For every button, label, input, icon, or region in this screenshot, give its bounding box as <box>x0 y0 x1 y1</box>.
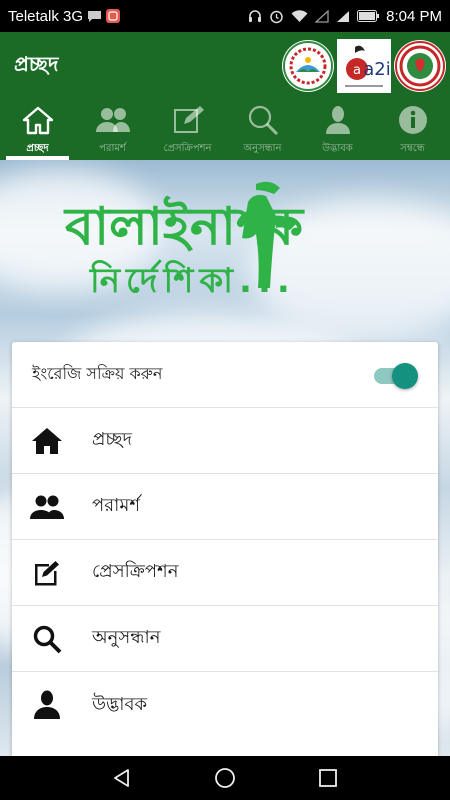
person-icon <box>322 105 354 139</box>
tab-label: অনুসন্ধান <box>243 143 282 154</box>
switch-thumb <box>392 362 418 389</box>
notification-app-icon <box>106 9 121 23</box>
page-title: প্রচ্ছদ <box>14 51 59 76</box>
tab-label: উদ্ভাবক <box>322 143 353 154</box>
tab-developer[interactable]: উদ্ভাবক <box>300 100 375 160</box>
people-icon <box>95 105 131 139</box>
menu-card: ইংরেজি সক্রিয় করুন প্রচ্ছদ পরামর্শ প্রে… <box>12 342 438 756</box>
message-icon <box>87 10 102 23</box>
tab-home[interactable]: প্রচ্ছদ <box>0 100 75 160</box>
menu-label: অনুসন্ধান <box>92 627 161 648</box>
headset-icon <box>248 9 262 24</box>
search-icon <box>247 105 279 139</box>
a2i-logo: a a2i <box>337 39 391 93</box>
edit-icon <box>30 556 64 590</box>
battery-icon <box>357 10 380 22</box>
app-banner-logo: বালাইনাশক নির্দেশিকা... <box>60 170 390 320</box>
menu-item-developer[interactable]: উদ্ভাবক <box>12 672 438 738</box>
home-nav-button[interactable] <box>205 758 245 798</box>
edit-icon <box>172 105 204 139</box>
english-toggle-row[interactable]: ইংরেজি সক্রিয় করুন <box>12 342 438 408</box>
english-toggle-label: ইংরেজি সক্রিয় করুন <box>32 364 163 383</box>
menu-label: প্রেসক্রিপশন <box>92 561 179 582</box>
menu-item-home[interactable]: প্রচ্ছদ <box>12 408 438 474</box>
govt-bangladesh-logo <box>394 40 446 92</box>
menu-label: প্রচ্ছদ <box>92 429 132 450</box>
tab-prescription[interactable]: প্রেসক্রিপশন <box>150 100 225 160</box>
recents-button[interactable] <box>308 758 348 798</box>
a2i-logo-text: a2i <box>363 59 390 80</box>
tab-label: পরামর্শ <box>99 143 126 154</box>
tab-advice[interactable]: পরামর্শ <box>75 100 150 160</box>
status-bar: Teletalk 3G 8:04 PM <box>0 0 450 32</box>
tab-search[interactable]: অনুসন্ধান <box>225 100 300 160</box>
svg-text:a: a <box>353 63 361 78</box>
app-bar: প্রচ্ছদ a a2i <box>0 32 450 100</box>
main-content: বালাইনাশক নির্দেশিকা... ইংরেজি সক্রিয় ক… <box>0 160 450 756</box>
tab-label: সম্বন্ধে <box>400 143 425 154</box>
wifi-icon <box>291 9 308 23</box>
dae-logo <box>282 40 334 92</box>
menu-label: উদ্ভাবক <box>92 693 148 715</box>
menu-item-advice[interactable]: পরামর্শ <box>12 474 438 540</box>
clock: 8:04 PM <box>386 7 442 25</box>
back-button[interactable] <box>102 758 142 798</box>
signal-empty-icon <box>315 9 329 23</box>
person-icon <box>30 688 64 722</box>
partner-logos: a a2i <box>282 39 450 93</box>
search-icon <box>30 622 64 656</box>
menu-item-search[interactable]: অনুসন্ধান <box>12 606 438 672</box>
alarm-icon <box>269 9 284 24</box>
home-icon <box>30 424 64 458</box>
menu-label: পরামর্শ <box>92 495 140 516</box>
menu-item-prescription[interactable]: প্রেসক্রিপশন <box>12 540 438 606</box>
english-toggle-switch[interactable] <box>374 362 418 389</box>
home-circle-icon <box>215 768 235 788</box>
signal-icon <box>336 10 350 23</box>
people-icon <box>30 490 64 524</box>
tab-label: প্রেসক্রিপশন <box>163 143 212 154</box>
info-icon <box>397 105 429 139</box>
tab-label: প্রচ্ছদ <box>26 143 49 154</box>
tab-bar: প্রচ্ছদ পরামর্শ প্রেসক্রিপশন অনুসন্ধান উ… <box>0 100 450 160</box>
tab-about[interactable]: সম্বন্ধে <box>375 100 450 160</box>
carrier-label: Teletalk 3G <box>8 7 84 25</box>
home-icon <box>22 105 54 139</box>
system-nav-bar <box>0 756 450 800</box>
back-icon <box>113 769 129 787</box>
recents-icon <box>319 769 338 787</box>
